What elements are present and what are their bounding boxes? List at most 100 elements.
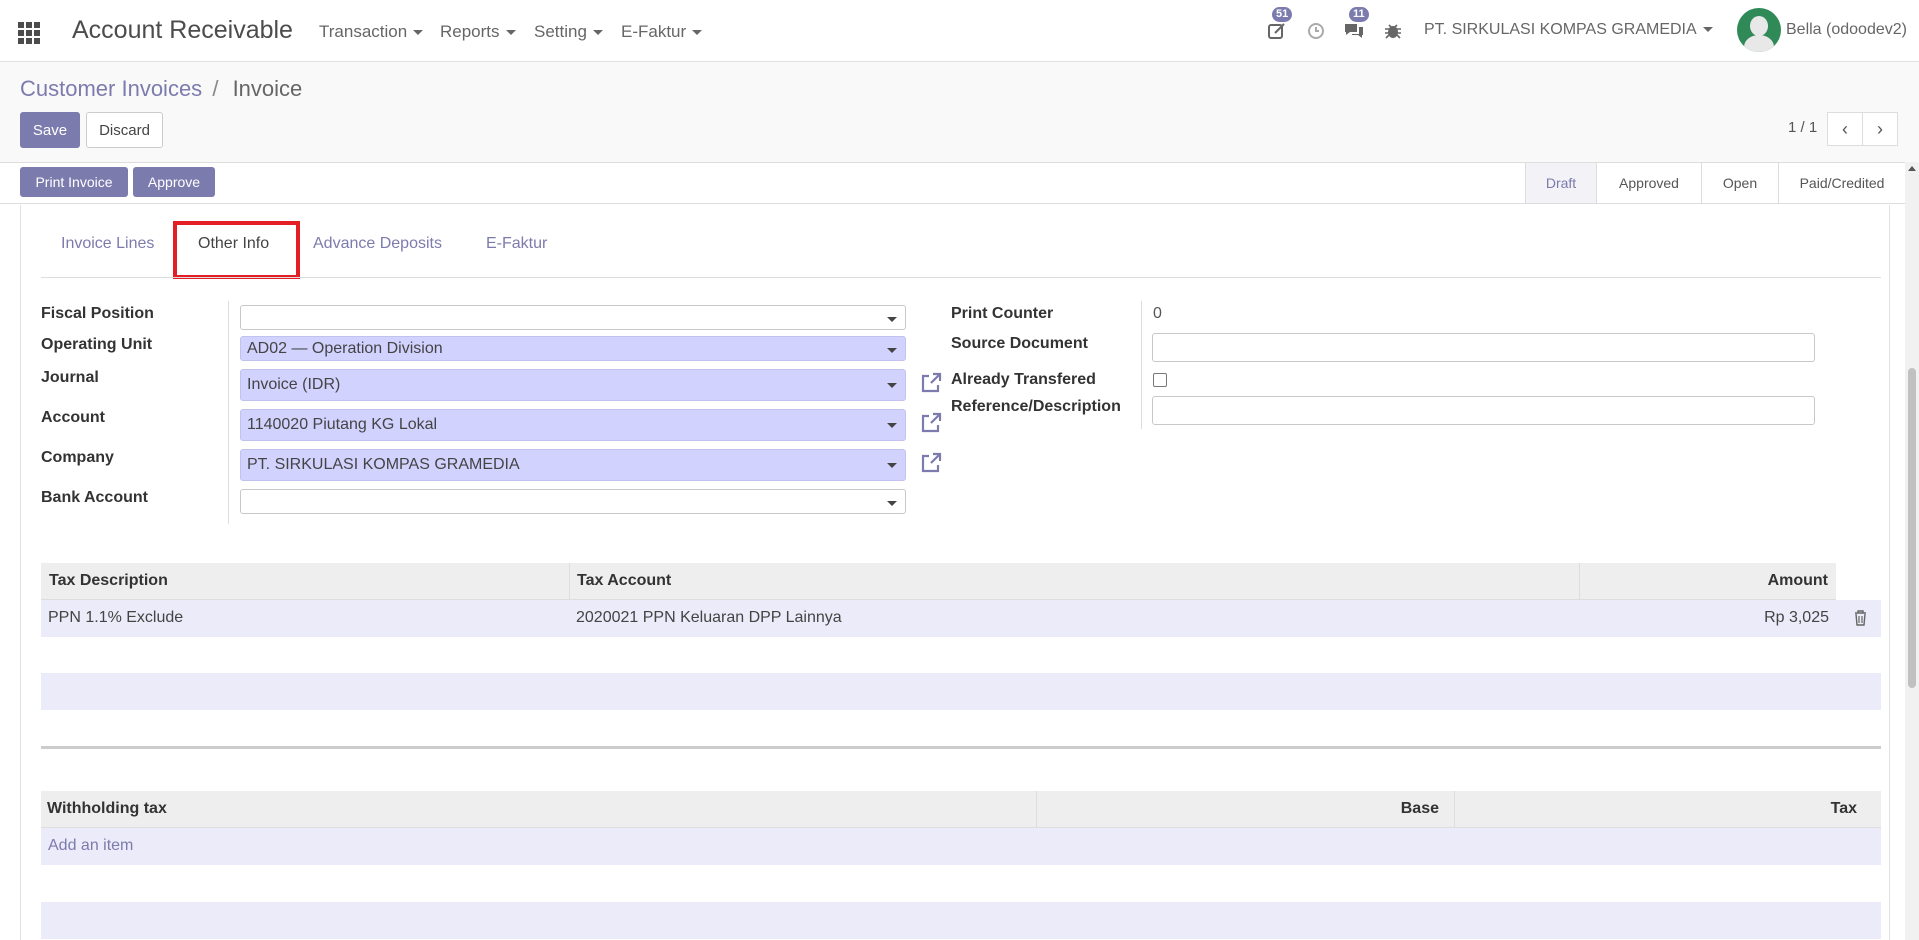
company-label: Company [41,449,114,466]
reference-description-label: Reference/Description [951,398,1121,415]
print-counter-value: 0 [1153,305,1162,322]
discard-button[interactable]: Discard [86,112,163,148]
scrollbar-track[interactable] [1905,162,1919,940]
activity-icon[interactable]: 51 [1264,7,1293,44]
status-bar: Print Invoice Approve Draft Approved Ope… [0,162,1905,204]
scrollbar-thumb[interactable] [1908,368,1916,688]
scroll-up-icon[interactable] [1908,166,1916,171]
stage-open: Open [1722,175,1758,191]
table-row [41,865,1881,902]
tab-invoice-lines[interactable]: Invoice Lines [61,235,154,253]
chevron-down-icon [887,501,897,506]
source-document-field[interactable] [1152,333,1815,362]
approve-button[interactable]: Approve [133,167,215,197]
chevron-down-icon [413,30,424,36]
menu-reports[interactable]: Reports [440,22,516,42]
fiscal-position-field[interactable] [240,305,906,330]
stage-paid-credited: Paid/Credited [1799,175,1885,191]
chevron-down-icon [592,30,603,36]
tab-efaktur[interactable]: E-Faktur [486,235,547,253]
menu-efaktur[interactable]: E-Faktur [621,22,703,42]
table-row [41,902,1881,939]
chevron-down-icon [505,30,516,36]
table-footer-divider [41,746,1881,749]
pager-next-button[interactable]: › [1862,112,1898,146]
print-counter-label: Print Counter [951,305,1054,322]
operating-unit-field[interactable]: AD02 — Operation Division [240,336,906,361]
chevron-left-icon: ‹ [1842,118,1848,139]
amount-header[interactable]: Amount [1768,572,1828,590]
account-field[interactable]: 1140020 Piutang KG Lokal [240,409,906,441]
external-link-icon[interactable] [919,371,945,397]
stage-draft: Draft [1526,163,1596,203]
pager-value[interactable]: 1 / 1 [1788,119,1817,136]
withholding-table-header: Withholding tax Base Tax [41,791,1881,828]
messages-badge: 11 [1349,7,1369,22]
tab-other-info[interactable]: Other Info [198,235,269,253]
bug-icon[interactable] [1380,18,1406,44]
save-button[interactable]: Save [20,112,80,148]
chevron-down-icon [887,348,897,353]
external-link-icon[interactable] [919,451,945,477]
menu-setting[interactable]: Setting [534,22,603,42]
external-link-icon[interactable] [919,411,945,437]
left-group-divider [228,301,229,524]
activity-badge: 51 [1272,7,1293,22]
tax-account-cell: 2020021 PPN Keluaran DPP Lainnya [576,609,842,626]
add-item-link[interactable]: Add an item [48,837,133,855]
chevron-down-icon [1702,27,1713,33]
bank-account-label: Bank Account [41,489,148,506]
tab-divider [41,277,1881,278]
journal-label: Journal [41,369,99,386]
breadcrumb: Customer Invoices / Invoice [20,76,302,102]
list-item: Add an item [41,828,1881,865]
tax-table-header: Tax Description Tax Account Amount [41,563,1836,600]
tax-description-header[interactable]: Tax Description [49,572,168,590]
fiscal-position-label: Fiscal Position [41,305,154,322]
chevron-down-icon [887,383,897,388]
company-field[interactable]: PT. SIRKULASI KOMPAS GRAMEDIA [240,449,906,481]
chevron-down-icon [887,463,897,468]
right-group-divider [1141,301,1142,429]
tax-description-cell: PPN 1.1% Exclude [48,609,184,626]
amount-cell: Rp 3,025 [1764,609,1829,626]
clock-icon[interactable] [1303,18,1329,44]
already-transfered-label: Already Transfered [951,371,1096,388]
chevron-down-icon [887,423,897,428]
table-row [41,709,1881,746]
reference-description-field[interactable] [1152,396,1815,425]
control-panel: Customer Invoices / Invoice Save Discard… [0,62,1919,162]
already-transfered-checkbox[interactable] [1153,373,1167,387]
notebook-tabs: Invoice Lines Other Info Advance Deposit… [21,205,1881,279]
tax-account-header[interactable]: Tax Account [577,572,671,590]
stage-approved: Approved [1619,175,1679,191]
chevron-down-icon [692,30,703,36]
messages-icon[interactable]: 11 [1341,7,1369,44]
breadcrumb-current: Invoice [232,76,303,101]
form-sheet: Invoice Lines Other Info Advance Deposit… [20,205,1890,940]
chevron-down-icon [887,317,897,322]
app-title: Account Receivable [72,16,293,44]
bank-account-field[interactable] [240,489,906,514]
print-invoice-button[interactable]: Print Invoice [20,167,128,197]
trash-icon[interactable] [1854,610,1867,631]
menu-transaction[interactable]: Transaction [319,22,424,42]
user-menu[interactable]: Bella (odoodev2) [1786,21,1907,39]
breadcrumb-separator: / [212,76,219,101]
base-header[interactable]: Base [1401,800,1439,818]
pager-previous-button[interactable]: ‹ [1827,112,1863,146]
chevron-right-icon: › [1877,118,1883,139]
withholding-tax-header[interactable]: Withholding tax [47,800,167,818]
company-switcher[interactable]: PT. SIRKULASI KOMPAS GRAMEDIA [1424,21,1713,39]
table-row [41,673,1881,710]
source-document-label: Source Document [951,335,1088,352]
apps-menu-icon[interactable] [18,22,40,44]
avatar[interactable] [1737,8,1781,52]
tax-header[interactable]: Tax [1831,800,1857,818]
table-row[interactable]: PPN 1.1% Exclude 2020021 PPN Keluaran DP… [41,600,1881,637]
tab-advance-deposits[interactable]: Advance Deposits [313,235,442,253]
journal-field[interactable]: Invoice (IDR) [240,369,906,401]
breadcrumb-parent[interactable]: Customer Invoices [20,76,202,101]
top-navbar: Account Receivable Transaction Reports S… [0,0,1919,62]
operating-unit-label: Operating Unit [41,336,153,353]
